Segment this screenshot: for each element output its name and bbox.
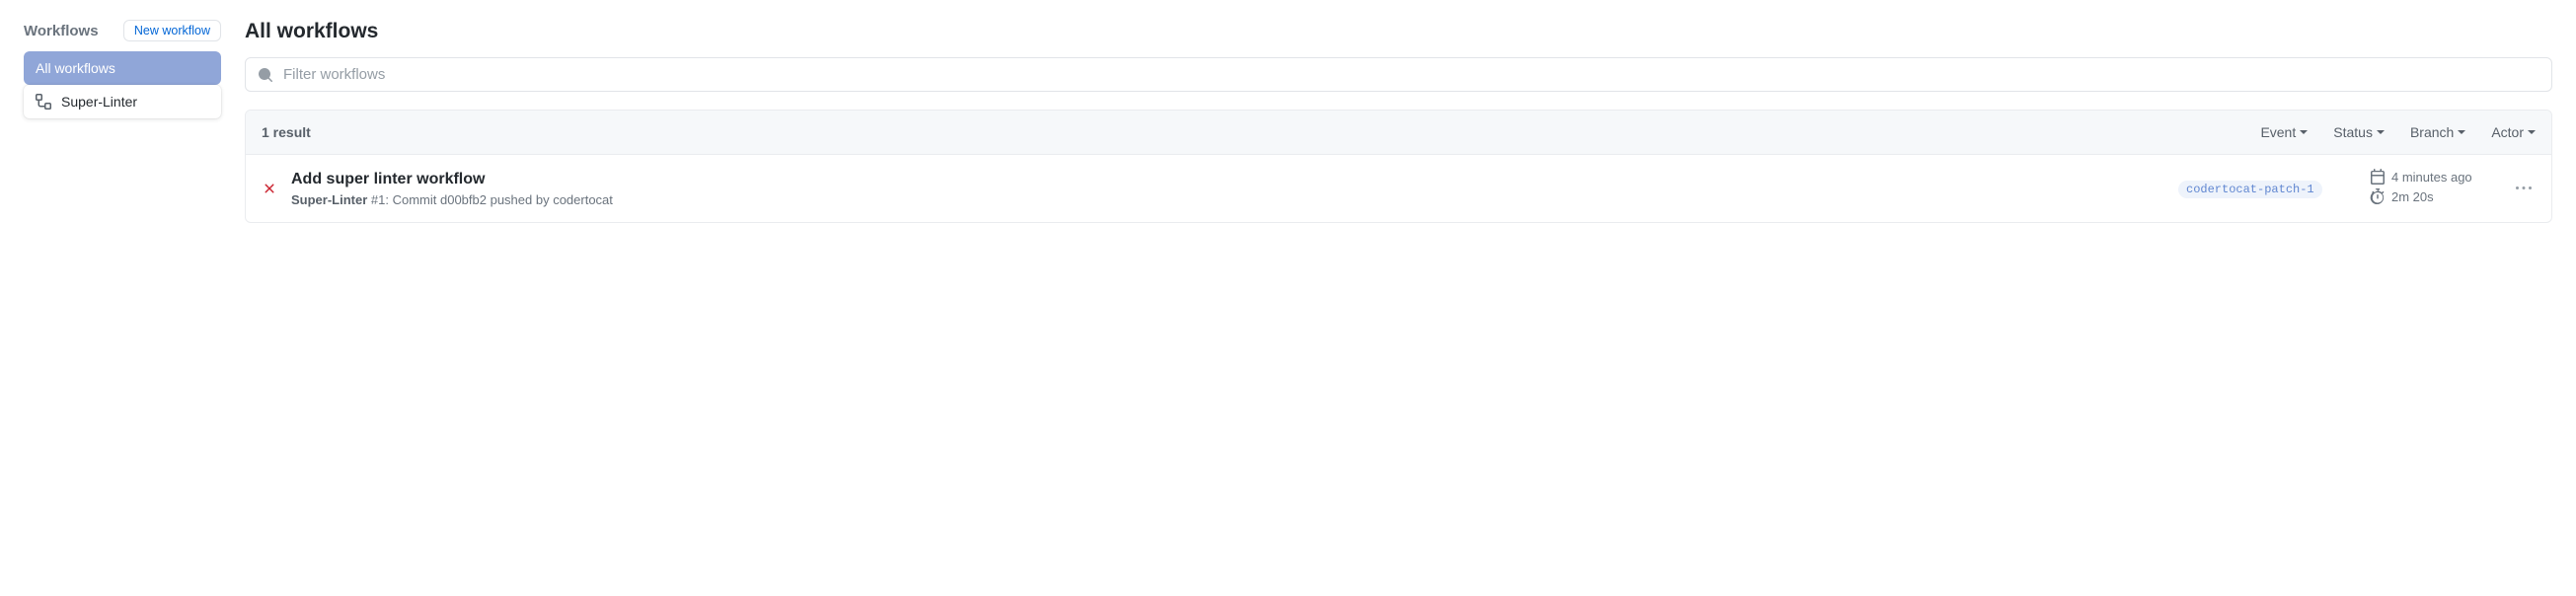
duration-text: 2m 20s <box>2391 189 2434 204</box>
filter-workflows-input[interactable] <box>283 66 2539 83</box>
duration-line: 2m 20s <box>2370 188 2498 204</box>
x-failure-icon <box>262 181 277 196</box>
workflow-icon <box>36 94 51 110</box>
filter-branch-dropdown[interactable]: Branch <box>2410 124 2465 140</box>
page-title: All workflows <box>245 20 2552 43</box>
filter-actor-dropdown[interactable]: Actor <box>2491 124 2536 140</box>
result-count: 1 result <box>262 124 311 140</box>
search-icon <box>258 67 273 83</box>
new-workflow-button[interactable]: New workflow <box>123 20 221 41</box>
filter-group: Event Status Branch Actor <box>2260 124 2536 140</box>
workflows-sidebar: Workflows New workflow All workflows Sup… <box>24 20 221 223</box>
main-content: All workflows 1 result Event Status <box>245 20 2552 223</box>
filter-label: Status <box>2333 124 2373 140</box>
sidebar-item-all-workflows[interactable]: All workflows <box>24 51 221 85</box>
branch-cell: codertocat-patch-1 <box>2178 180 2356 198</box>
branch-label[interactable]: codertocat-patch-1 <box>2178 181 2322 198</box>
results-header: 1 result Event Status Branch <box>246 111 2551 155</box>
time-ago-text: 4 minutes ago <box>2391 170 2472 185</box>
sidebar-header: Workflows New workflow <box>24 20 221 41</box>
stopwatch-icon <box>2370 188 2386 204</box>
sidebar-title: Workflows <box>24 23 99 39</box>
filter-event-dropdown[interactable]: Event <box>2260 124 2308 140</box>
chevron-down-icon <box>2458 130 2465 134</box>
sidebar-item-label: All workflows <box>36 60 115 76</box>
run-subtitle: Super-Linter #1: Commit d00bfb2 pushed b… <box>291 192 2164 207</box>
filter-label: Actor <box>2491 124 2524 140</box>
filter-label: Branch <box>2410 124 2454 140</box>
time-ago-line: 4 minutes ago <box>2370 169 2498 185</box>
calendar-icon <box>2370 169 2386 185</box>
filter-workflows-box[interactable] <box>245 57 2552 92</box>
workflow-run-row[interactable]: Add super linter workflow Super-Linter #… <box>246 155 2551 222</box>
chevron-down-icon <box>2377 130 2385 134</box>
run-menu-button[interactable] <box>2512 181 2536 196</box>
sidebar-item-label: Super-Linter <box>61 94 137 110</box>
run-title[interactable]: Add super linter workflow <box>291 171 2164 188</box>
filter-status-dropdown[interactable]: Status <box>2333 124 2385 140</box>
results-box: 1 result Event Status Branch <box>245 110 2552 223</box>
chevron-down-icon <box>2300 130 2308 134</box>
chevron-down-icon <box>2528 130 2536 134</box>
time-cell: 4 minutes ago 2m 20s <box>2370 169 2498 208</box>
filter-label: Event <box>2260 124 2296 140</box>
run-detail-text: #1: Commit d00bfb2 pushed by codertocat <box>367 192 613 207</box>
run-workflow-name: Super-Linter <box>291 192 367 207</box>
kebab-icon <box>2516 181 2532 196</box>
sidebar-item-super-linter[interactable]: Super-Linter <box>24 85 221 118</box>
run-main-info: Add super linter workflow Super-Linter #… <box>291 171 2164 207</box>
